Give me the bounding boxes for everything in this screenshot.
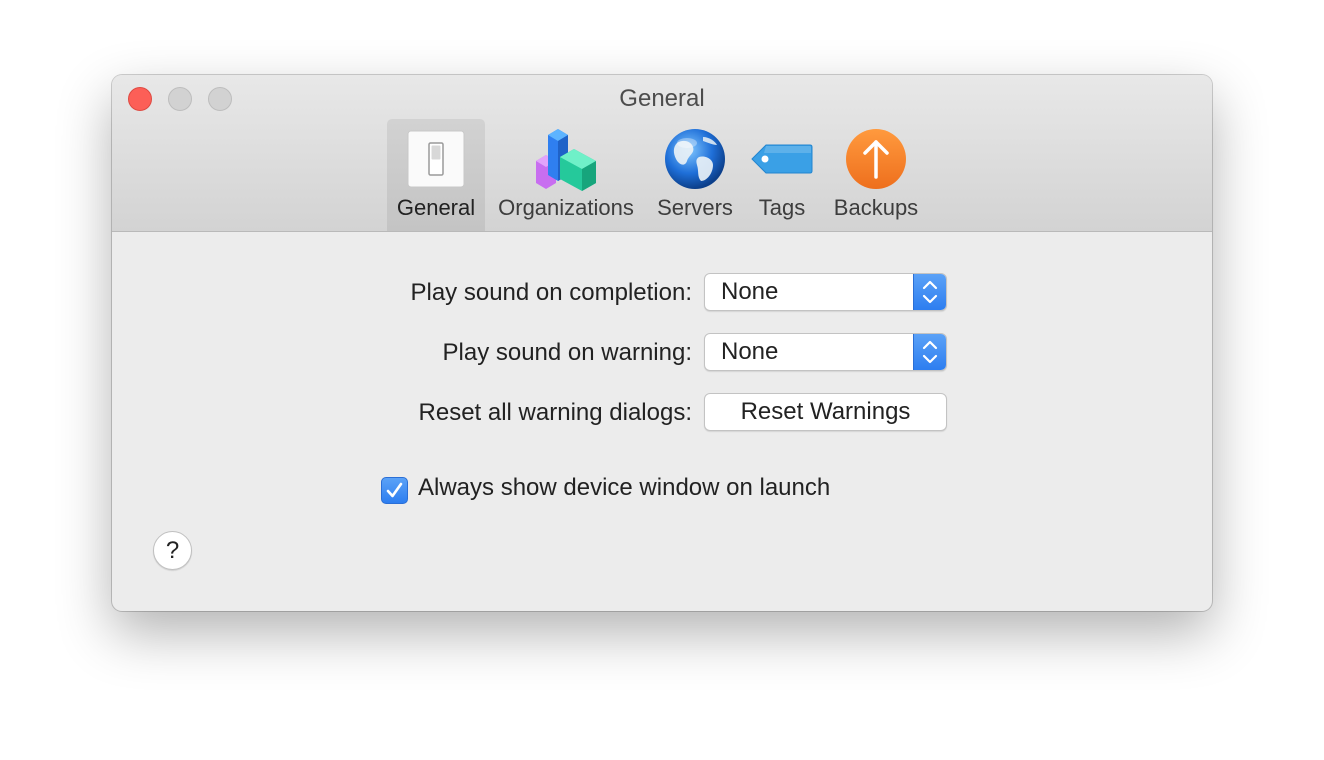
tab-backups-label: Backups xyxy=(833,195,919,220)
upload-arrow-icon xyxy=(846,129,906,189)
organizations-icon xyxy=(536,129,596,191)
preferences-toolbar: General Organizations Servers Tags Backu… xyxy=(112,119,1212,231)
completion-sound-popup[interactable]: None xyxy=(704,273,947,311)
switch-icon xyxy=(407,130,465,188)
preferences-window: General General Organizations Servers Ta… xyxy=(112,75,1212,611)
reset-warnings-label: Reset all warning dialogs: xyxy=(418,399,692,426)
tab-tags[interactable]: Tags xyxy=(749,119,815,231)
tab-tags-label: Tags xyxy=(758,195,806,220)
window-title: General xyxy=(619,85,705,112)
popup-stepper-icon xyxy=(913,274,946,310)
warning-sound-label: Play sound on warning: xyxy=(442,339,693,366)
tab-organizations[interactable]: Organizations xyxy=(493,119,639,231)
tag-icon xyxy=(751,144,813,174)
show-device-window-checkbox[interactable] xyxy=(381,477,408,504)
completion-sound-value: None xyxy=(721,278,779,305)
warning-sound-popup[interactable]: None xyxy=(704,333,947,371)
reset-warnings-button[interactable]: Reset Warnings xyxy=(704,393,947,431)
tab-servers-label: Servers xyxy=(657,195,733,220)
popup-stepper-icon xyxy=(913,334,946,370)
help-button[interactable]: ? xyxy=(153,531,192,570)
tab-general[interactable]: General xyxy=(387,119,485,231)
general-settings-pane: Play sound on completion: None Play soun… xyxy=(112,232,1212,611)
title-bar: General General Organizations Servers Ta… xyxy=(112,75,1212,232)
globe-icon xyxy=(665,129,725,189)
tab-general-label: General xyxy=(396,195,476,220)
tab-organizations-label: Organizations xyxy=(498,195,634,220)
completion-sound-label: Play sound on completion: xyxy=(410,279,692,306)
tab-backups[interactable]: Backups xyxy=(827,119,925,231)
warning-sound-value: None xyxy=(721,338,779,365)
checkmark-icon xyxy=(386,482,403,498)
tab-servers[interactable]: Servers xyxy=(647,119,743,231)
show-device-window-label[interactable]: Always show device window on launch xyxy=(418,474,830,502)
